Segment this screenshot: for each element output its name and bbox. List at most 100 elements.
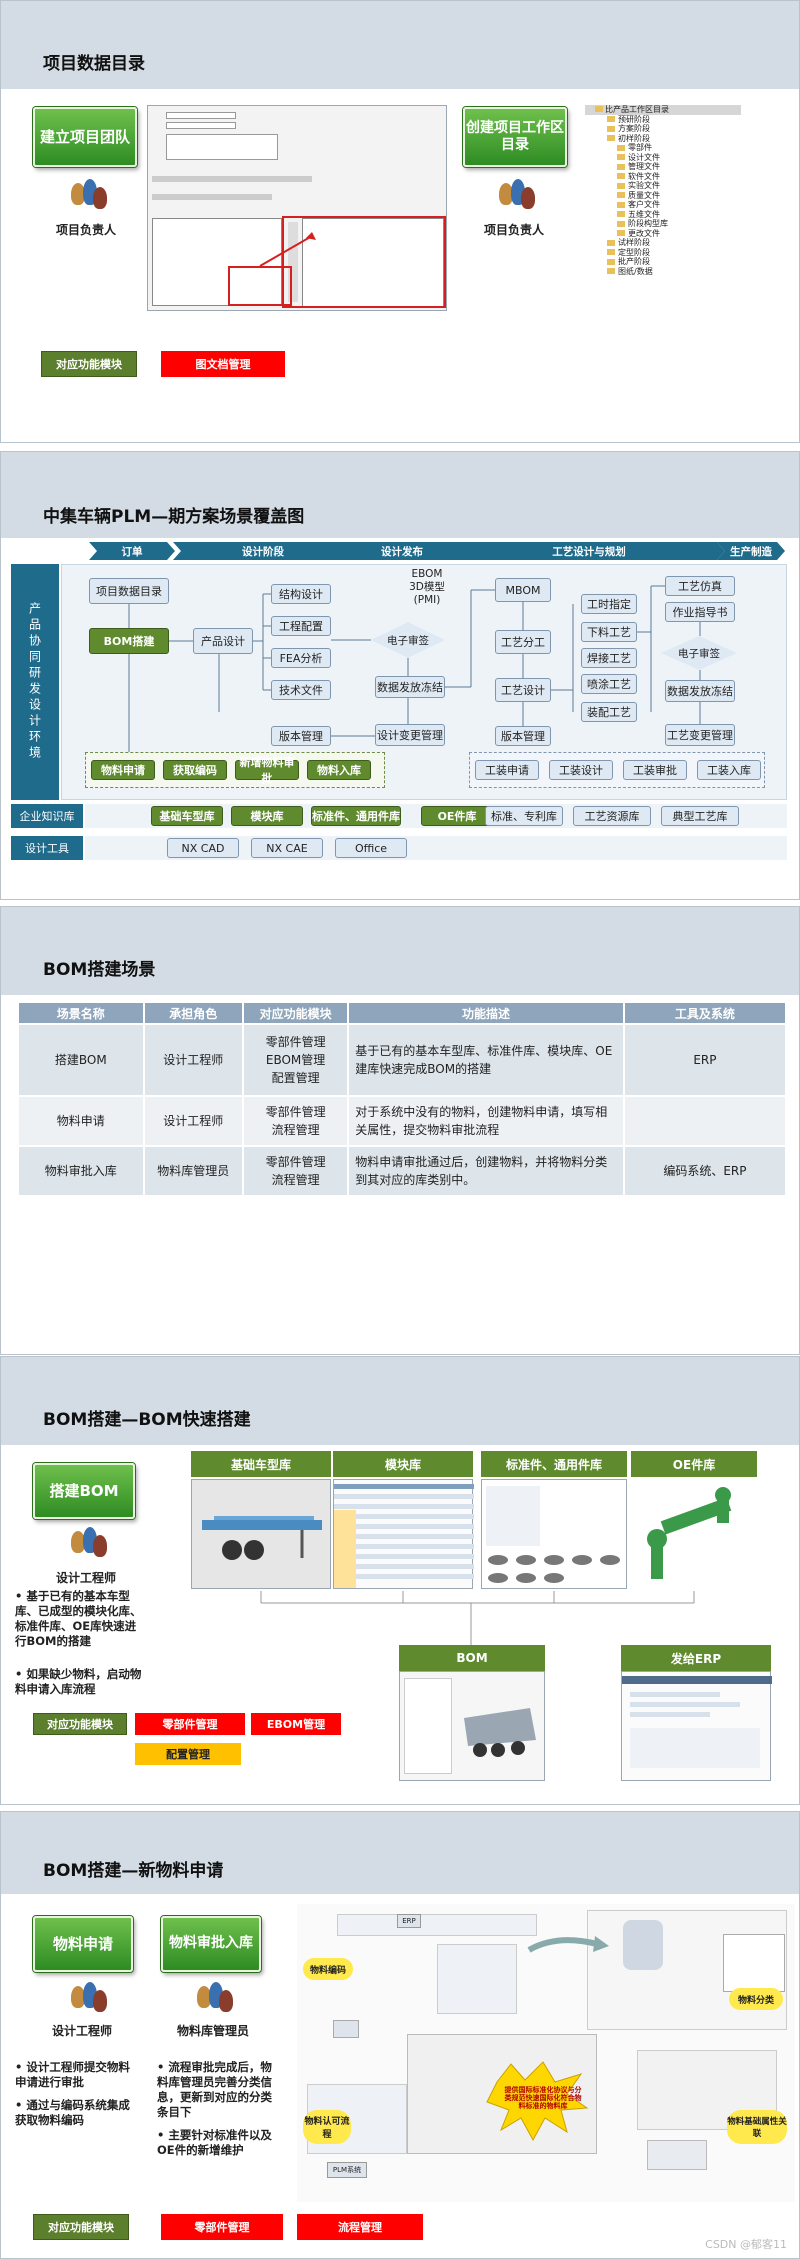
folder-icon [607, 135, 615, 141]
bom-scenario-table: 场景名称 承担角色 对应功能模块 功能描述 工具及系统 搭建BOM 设计工程师 零部件管理 … [17, 1001, 788, 1197]
role-label-left: 设计工程师 [51, 2024, 112, 2038]
slide-title: BOM搭建—新物料申请 [43, 1861, 224, 1881]
flow-step-tooling[interactable]: 工装申请 [475, 760, 539, 780]
label-material-class: 物料分类 [729, 1988, 783, 2010]
tag-doc-management[interactable]: 图文档管理 [161, 351, 285, 377]
table-cell: 对于系统中没有的物料，创建物料申请，填写相关属性，提交物料审批流程 [347, 1095, 625, 1147]
slide-project-directory: 项目数据目录 建立项目团队 项目负责人 创建项目工作区目录 项目负责人 比产品工… [0, 0, 800, 443]
slide-header [1, 1, 799, 89]
tag-flow-management[interactable]: 流程管理 [297, 2214, 423, 2240]
role-label-right: 项目负责人 [483, 223, 544, 237]
label-collab: 物料基础属性关联 [727, 2110, 787, 2144]
folder-icon [607, 249, 615, 255]
tag-ebom-management[interactable]: EBOM管理 [251, 1713, 341, 1735]
slide-header [1, 1812, 799, 1894]
flow-step-tooling[interactable]: 工装设计 [549, 760, 613, 780]
tool-item[interactable]: Office [335, 838, 407, 858]
table-cell: 物料申请 [17, 1095, 145, 1147]
role-label-right: 物料库管理员 [176, 2024, 249, 2038]
slide-new-material: BOM搭建—新物料申请 物料申请 物料审批入库 设计工程师 物料库管理员 • 设… [0, 1811, 800, 2259]
team-dialog-screenshot [147, 105, 447, 311]
tree-folder-item[interactable]: 批产阶段 [607, 257, 741, 267]
tree-folder-item[interactable]: 图纸/数据 [607, 267, 741, 277]
tools-label: 设计工具 [11, 836, 83, 860]
bullet-right-2: • 主要针对标准件以及OE件的新增维护 [157, 2128, 272, 2157]
folder-icon [617, 211, 625, 217]
tree-folder-item[interactable]: 实验文件 [607, 181, 741, 191]
flow-step-material[interactable]: 物料申请 [91, 760, 155, 780]
build-team-button[interactable]: 建立项目团队 [33, 107, 137, 167]
tree-folder-item[interactable]: 阶段构型库 [607, 219, 741, 229]
tree-folder-item[interactable]: 软件文件 [607, 172, 741, 182]
table-cell [622, 1095, 788, 1147]
tag-parts-management[interactable]: 零部件管理 [135, 1713, 245, 1735]
tag-module: 对应功能模块 [33, 1713, 127, 1735]
tree-folder-item[interactable]: 质量文件 [607, 191, 741, 201]
material-approve-button[interactable]: 物料审批入库 [161, 1916, 261, 1972]
label-erp: ERP [397, 1914, 421, 1928]
tree-folder-item[interactable]: 管理文件 [607, 162, 741, 172]
tag-config-management[interactable]: 配置管理 [135, 1743, 241, 1765]
kb-item[interactable]: OE件库 [421, 806, 493, 826]
caption-bom: BOM [399, 1645, 545, 1671]
tool-item[interactable]: NX CAD [167, 838, 239, 858]
folder-icon [617, 163, 625, 170]
folder-icon [607, 258, 615, 265]
bullet-left-2: • 通过与编码系统集成获取物料编码 [15, 2098, 130, 2127]
tree-folder-item[interactable]: 更改文件 [607, 229, 741, 239]
tree-folder-item[interactable]: 定型阶段 [607, 248, 741, 258]
tree-folder-item[interactable]: 试样阶段 [607, 238, 741, 248]
table-cell: 设计工程师 [142, 1023, 244, 1097]
kb-item[interactable]: 标准件、通用件库 [311, 806, 401, 826]
tree-folder-item[interactable]: 初样阶段 [607, 134, 741, 144]
table-cell: 搭建BOM [17, 1023, 145, 1097]
tag-parts-management[interactable]: 零部件管理 [161, 2214, 283, 2240]
caption-erp: 发给ERP [621, 1645, 771, 1671]
folder-icon [617, 154, 625, 160]
folder-icon [617, 144, 625, 151]
table-header: 功能描述 [347, 1001, 625, 1025]
burst-text: 提供国际标准化协议与分类规范快速国际化符合物料标准的物料库 [504, 2086, 582, 2110]
tree-folder-item[interactable]: 方案阶段 [607, 124, 741, 134]
tool-item[interactable]: NX CAE [251, 838, 323, 858]
slide-title: BOM搭建场景 [43, 960, 156, 980]
folder-icon [607, 268, 615, 274]
flow-step-tooling[interactable]: 工装入库 [697, 760, 761, 780]
flow-step-material[interactable]: 新增物料审批 [235, 756, 299, 785]
tree-folder-item[interactable]: 零部件 [607, 143, 741, 153]
folder-icon [607, 239, 615, 246]
folder-icon [607, 116, 615, 122]
tree-folder-item[interactable]: 客户文件 [607, 200, 741, 210]
label-approve-flow: 物料认可流程 [303, 2110, 351, 2144]
tree-root[interactable]: 比产品工作区目录 [585, 105, 741, 115]
slide-bom-scenarios: BOM搭建场景 场景名称 承担角色 对应功能模块 功能描述 工具及系统 搭建BOM 设计工… [0, 906, 800, 1355]
kb-item[interactable]: 标准、专利库 [485, 806, 563, 826]
people-icon [497, 179, 537, 213]
folder-icon [617, 173, 625, 179]
folder-icon [617, 230, 625, 236]
bullet-right-1: • 流程审批完成后，物料库管理员完善分类信息，更新到对应的分类条目下 [157, 2060, 272, 2119]
kb-item[interactable]: 工艺资源库 [573, 806, 651, 826]
slide-bom-quick-build: BOM搭建—BOM快速搭建 搭建BOM 设计工程师 • 基于已有的基本车型库、已… [0, 1356, 800, 1805]
kb-label: 企业知识库 [11, 804, 83, 828]
table-cell: 零部件管理 流程管理 [241, 1095, 350, 1147]
material-apply-button[interactable]: 物料申请 [33, 1916, 133, 1972]
table-header: 工具及系统 [622, 1001, 788, 1025]
table-cell: 设计工程师 [142, 1095, 244, 1147]
folder-icon [607, 125, 615, 132]
tree-folder-item[interactable]: 预研阶段 [607, 115, 741, 125]
tree-folder-item[interactable]: 设计文件 [607, 153, 741, 163]
table-row: 物料申请 设计工程师 零部件管理 流程管理 对于系统中没有的物料，创建物料申请，填写相… [17, 1095, 788, 1147]
create-workspace-button[interactable]: 创建项目工作区目录 [463, 107, 567, 167]
table-cell: 物料审批入库 [17, 1145, 145, 1197]
flow-step-material[interactable]: 获取编码 [163, 760, 227, 780]
tree-folder-item[interactable]: 五维文件 [607, 210, 741, 220]
flow-connectors [128, 585, 701, 758]
kb-item[interactable]: 典型工艺库 [661, 806, 739, 826]
kb-item[interactable]: 模块库 [231, 806, 303, 826]
role-label-left: 项目负责人 [55, 223, 116, 237]
erp-screenshot [621, 1671, 772, 1781]
flow-step-tooling[interactable]: 工装审批 [623, 760, 687, 780]
kb-item[interactable]: 基础车型库 [151, 806, 223, 826]
flow-step-material[interactable]: 物料入库 [307, 760, 371, 780]
